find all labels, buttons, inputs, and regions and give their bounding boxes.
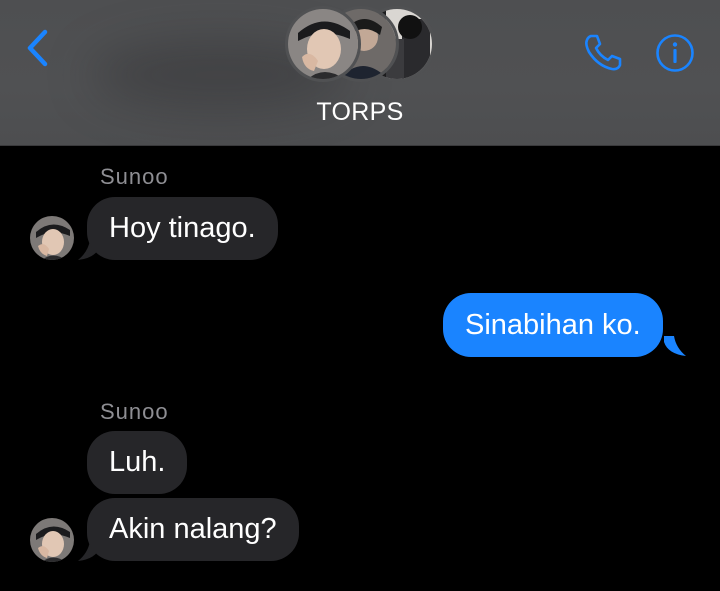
call-button[interactable] bbox=[580, 30, 626, 76]
back-button[interactable] bbox=[18, 28, 58, 68]
phone-icon bbox=[585, 34, 622, 71]
sender-avatar[interactable] bbox=[30, 518, 74, 562]
sender-name: Sunoo bbox=[100, 399, 169, 424]
message-bubble-incoming[interactable]: Hoy tinago. bbox=[87, 197, 278, 260]
sender-name: Sunoo bbox=[100, 164, 169, 189]
info-button[interactable] bbox=[652, 30, 698, 76]
bubble-tail bbox=[664, 336, 686, 356]
message-bubble-incoming[interactable]: Luh. bbox=[87, 431, 188, 494]
message-bubble-outgoing[interactable]: Sinabihan ko. bbox=[443, 293, 663, 357]
group-title[interactable]: TORPS bbox=[0, 98, 720, 127]
conversation-header: TORPS bbox=[0, 0, 720, 146]
group-member-avatar bbox=[285, 6, 361, 82]
message-bubble-incoming[interactable]: Akin nalang? bbox=[87, 498, 299, 561]
messages-screen: TORPS Sunoo Hoy tinago. Sinabihan ko. Su… bbox=[0, 0, 720, 591]
chevron-left-icon bbox=[27, 29, 48, 67]
group-avatar-stack[interactable] bbox=[285, 6, 435, 82]
info-icon bbox=[656, 34, 694, 72]
sender-avatar[interactable] bbox=[30, 216, 74, 260]
